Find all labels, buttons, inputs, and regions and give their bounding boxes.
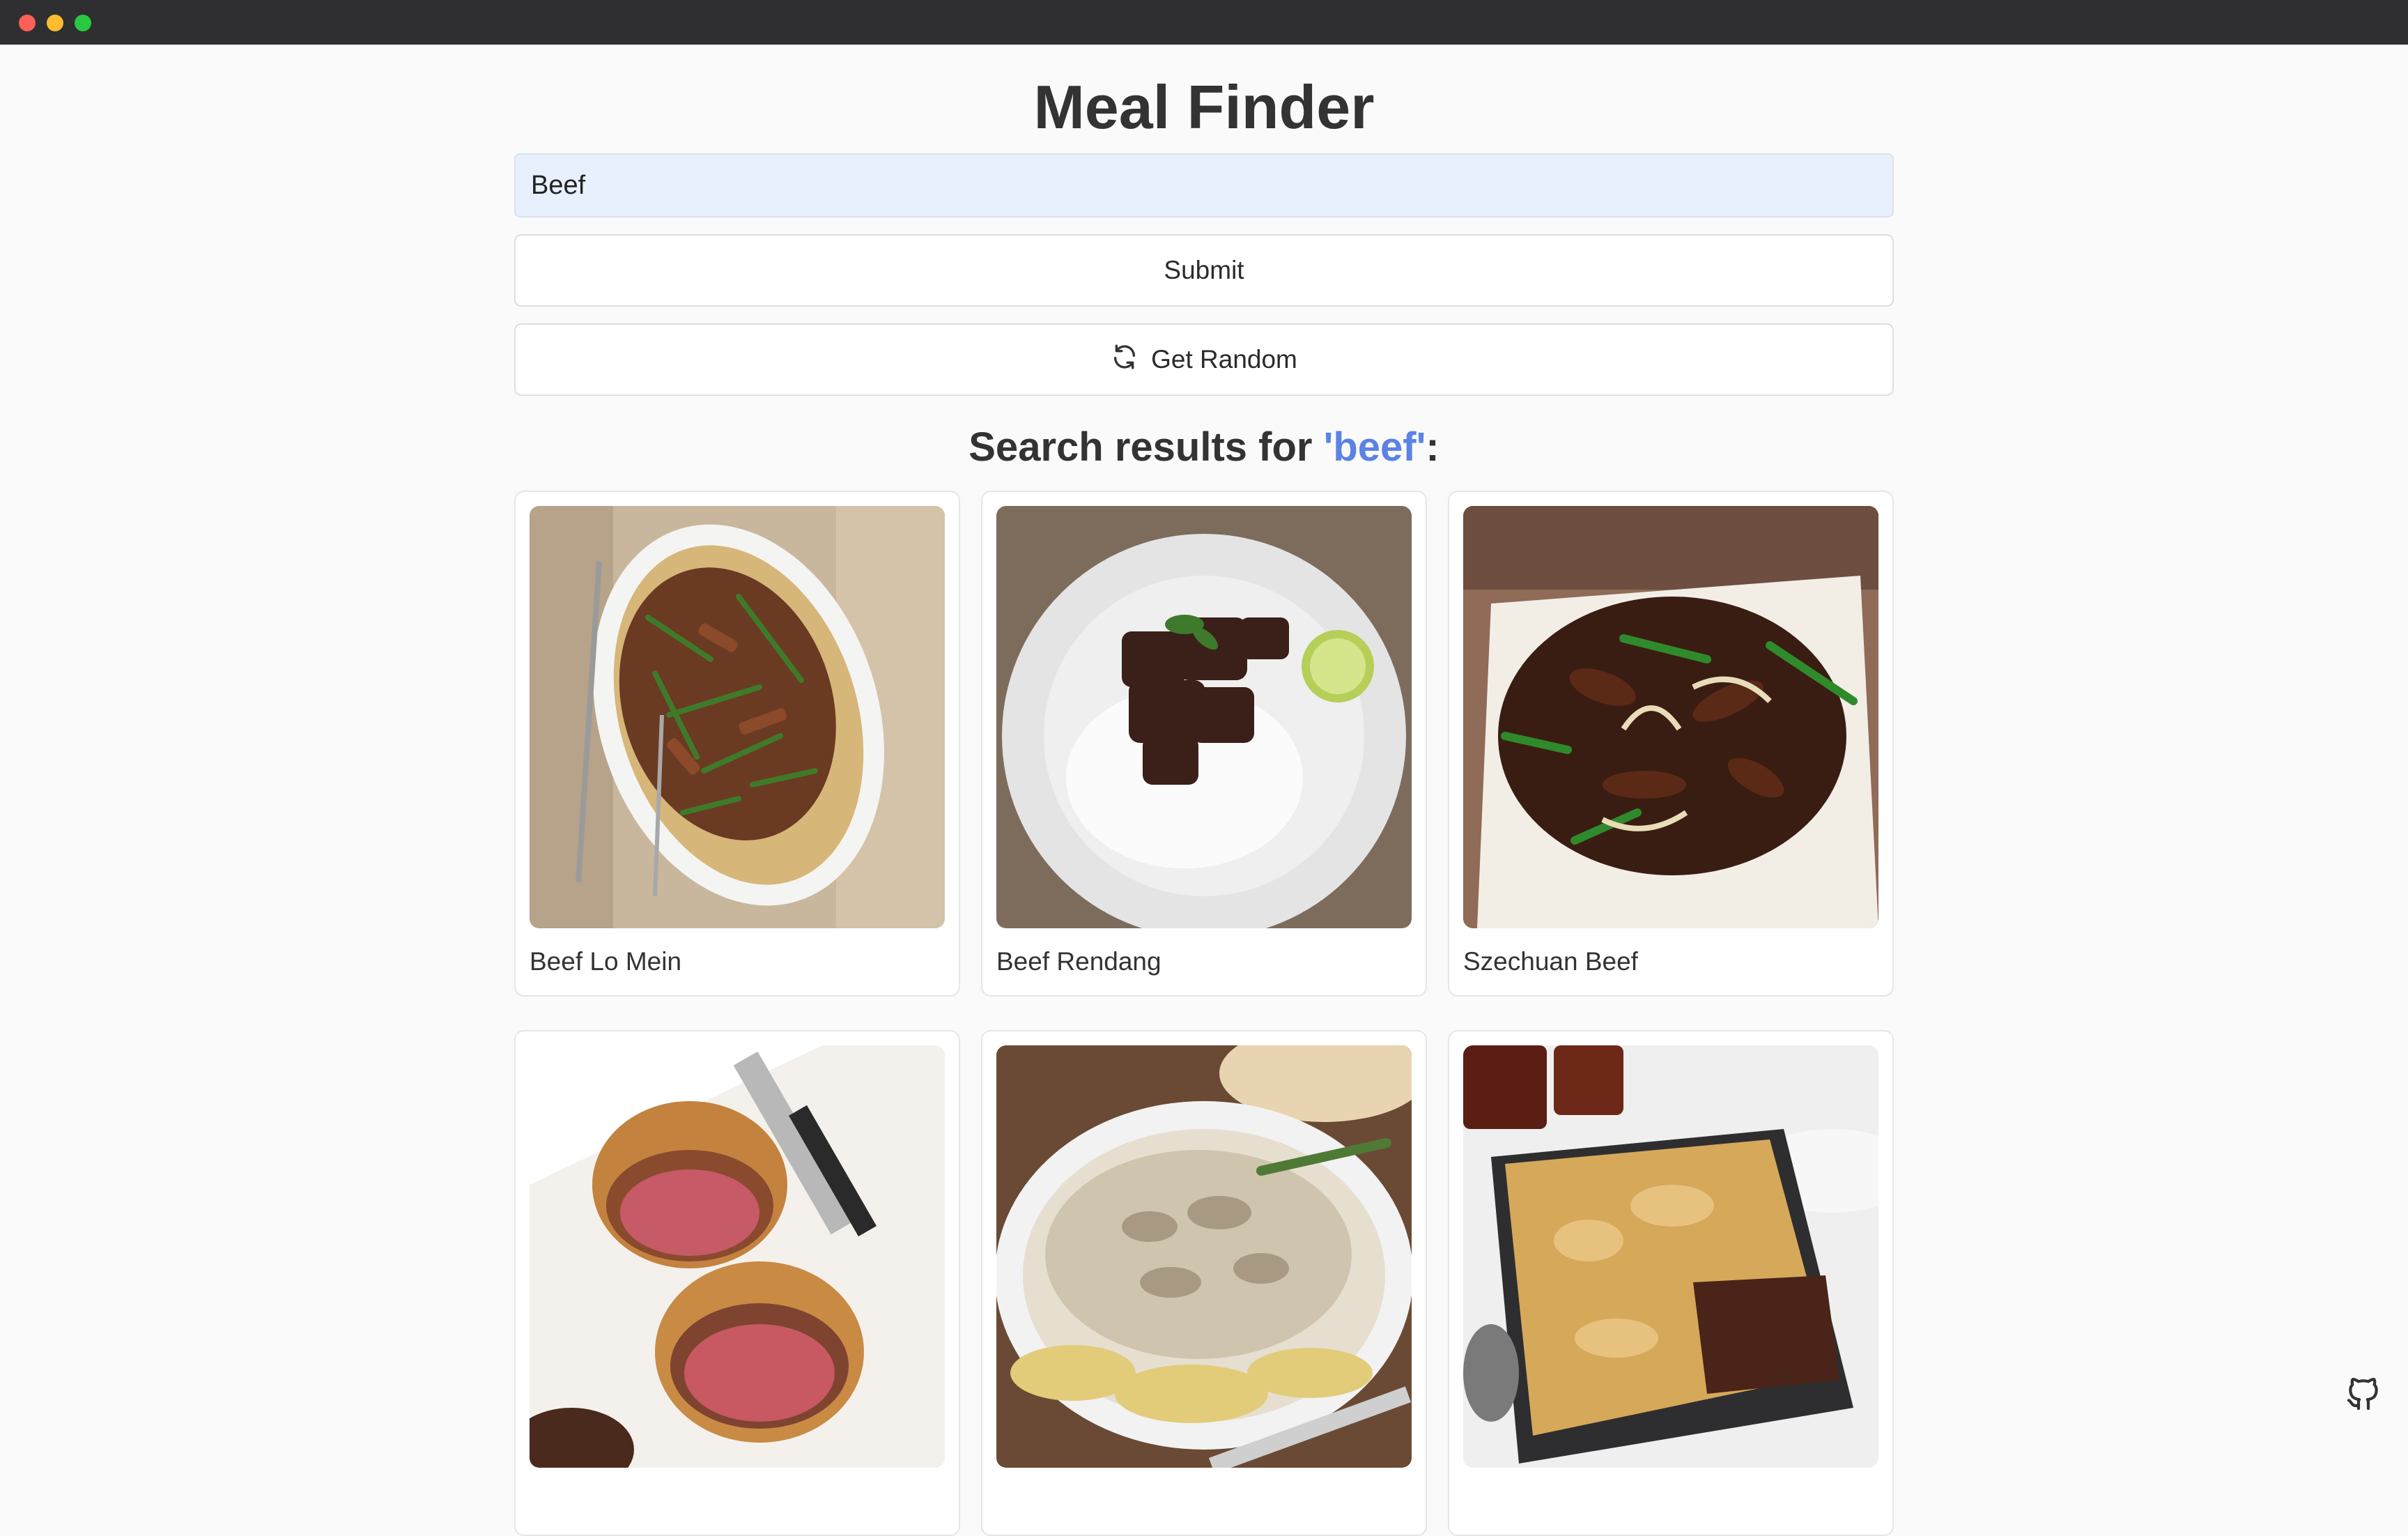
results-heading-prefix: Search results for: [968, 424, 1324, 470]
window-maximize-button[interactable]: [75, 15, 91, 31]
page: Meal Finder Submit Get Random Search res…: [0, 45, 2408, 1536]
get-random-button-label: Get Random: [1151, 345, 1297, 374]
meal-name: [1463, 1482, 1878, 1521]
meal-card[interactable]: [1448, 1030, 1894, 1536]
meal-name: Szechuan Beef: [1463, 947, 1638, 976]
meal-card-beef-lo-mein[interactable]: Beef Lo Mein: [514, 491, 960, 997]
window-titlebar: [0, 0, 2408, 45]
beef-stroganoff-photo: [996, 1045, 1412, 1468]
beef-pie-photo: [1463, 1045, 1878, 1468]
page-title: Meal Finder: [1033, 72, 1375, 141]
meal-name: Beef Lo Mein: [530, 947, 682, 976]
search-input[interactable]: [514, 153, 1894, 217]
meal-card[interactable]: [981, 1030, 1427, 1536]
beef-wellington-photo: [530, 1045, 945, 1468]
meal-name: Beef Rendang: [996, 947, 1161, 976]
submit-button-label: Submit: [1164, 256, 1244, 284]
submit-button[interactable]: Submit: [514, 234, 1894, 307]
meal-card[interactable]: [514, 1030, 960, 1536]
get-random-button[interactable]: Get Random: [514, 323, 1894, 396]
meal-card-beef-rendang[interactable]: Beef Rendang: [981, 491, 1427, 997]
results-heading: Search results for 'beef':: [0, 413, 2408, 482]
beef-rendang-photo: [996, 506, 1412, 928]
meal-name: [996, 1482, 1412, 1521]
refresh-icon: [1111, 343, 1139, 377]
szechuan-beef-photo: [1463, 506, 1878, 928]
meal-card-szechuan-beef[interactable]: Szechuan Beef: [1448, 491, 1894, 997]
results-heading-suffix: :: [1426, 424, 1440, 470]
meal-name: [530, 1482, 945, 1521]
window-close-button[interactable]: [19, 15, 36, 31]
window-minimize-button[interactable]: [47, 15, 63, 31]
results-query: 'beef': [1323, 424, 1426, 470]
beef-lo-mein-photo: [530, 506, 945, 928]
github-icon[interactable]: [2344, 1374, 2383, 1413]
